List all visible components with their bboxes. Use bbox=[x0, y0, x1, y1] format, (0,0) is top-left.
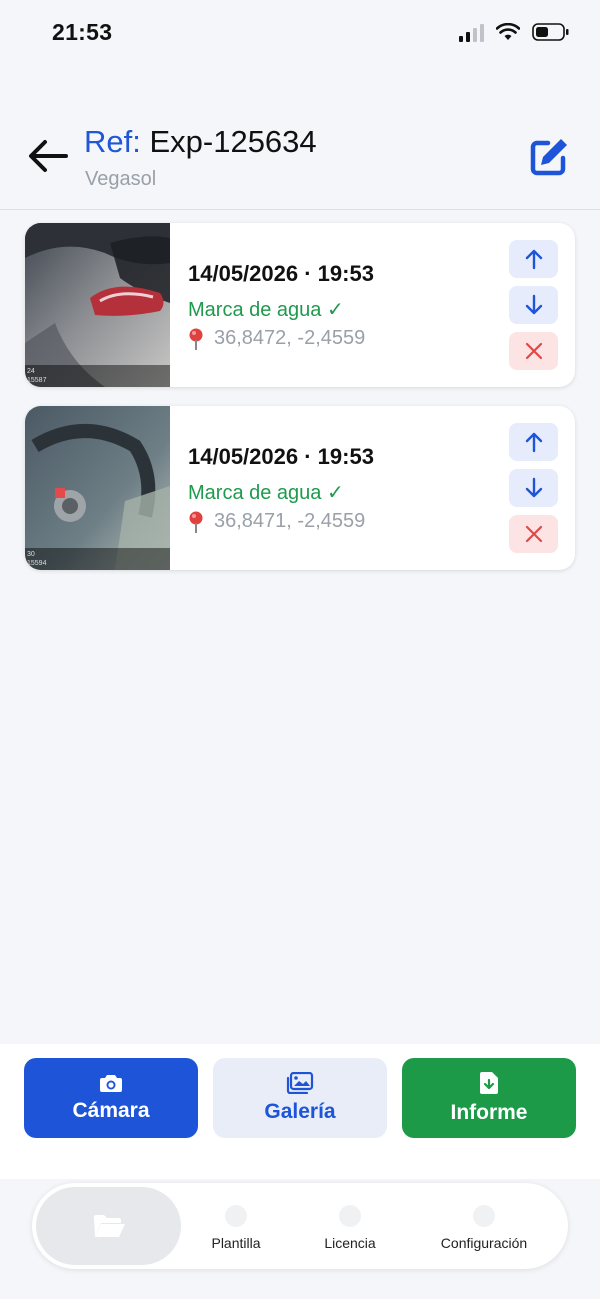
photo-actions bbox=[509, 423, 558, 561]
arrow-up-icon bbox=[525, 249, 542, 270]
status-icons bbox=[459, 22, 570, 42]
camera-button-label: Cámara bbox=[72, 1099, 150, 1122]
wifi-icon bbox=[496, 23, 520, 40]
license-icon bbox=[339, 1205, 361, 1227]
camera-button[interactable]: Cámara bbox=[24, 1058, 198, 1138]
move-up-button[interactable] bbox=[509, 240, 558, 278]
gallery-button-label: Galería bbox=[264, 1100, 336, 1123]
client-subtitle: Vegasol bbox=[85, 168, 157, 190]
battery-icon bbox=[532, 23, 569, 41]
coordinates-text: 36,8472, -2,4559 bbox=[214, 327, 366, 349]
template-icon bbox=[225, 1205, 247, 1227]
tab-license-label: Licencia bbox=[324, 1235, 376, 1251]
tab-template-label: Plantilla bbox=[211, 1235, 261, 1251]
file-download-icon bbox=[480, 1072, 498, 1094]
arrow-up-icon bbox=[525, 432, 542, 453]
location-pin-icon bbox=[189, 511, 203, 533]
delete-button[interactable] bbox=[509, 332, 558, 370]
cellular-signal-icon bbox=[459, 22, 484, 42]
bottom-actions: Cámara Galería Informe bbox=[0, 1044, 600, 1179]
arrow-left-icon bbox=[29, 140, 68, 172]
photo-coordinates: 36,8471, -2,4559 bbox=[188, 510, 365, 533]
photo-thumbnail[interactable]: 30 15594 bbox=[25, 406, 170, 570]
edit-icon bbox=[530, 139, 567, 176]
folder-open-icon bbox=[93, 1215, 125, 1237]
tab-bar: Plantilla Licencia Configuración bbox=[32, 1183, 568, 1269]
coordinates-text: 36,8471, -2,4559 bbox=[214, 510, 366, 532]
ref-value: Exp-125634 bbox=[140, 124, 317, 159]
photo-actions bbox=[509, 240, 558, 378]
tab-template[interactable]: Plantilla bbox=[192, 1183, 280, 1269]
photo-coordinates: 36,8472, -2,4559 bbox=[188, 327, 365, 350]
move-up-button[interactable] bbox=[509, 423, 558, 461]
gear-icon bbox=[473, 1205, 495, 1227]
edit-button[interactable] bbox=[526, 134, 572, 180]
tab-bar-area: Plantilla Licencia Configuración bbox=[0, 1179, 600, 1299]
report-button[interactable]: Informe bbox=[402, 1058, 576, 1138]
status-time: 21:53 bbox=[52, 19, 113, 45]
location-pin-icon bbox=[189, 328, 203, 350]
tab-license[interactable]: Licencia bbox=[302, 1183, 398, 1269]
thumb-caption: 15587 bbox=[27, 377, 47, 384]
close-icon bbox=[525, 525, 542, 543]
status-bar: 21:53 bbox=[0, 0, 600, 70]
tab-settings-label: Configuración bbox=[440, 1235, 528, 1251]
thumb-caption: 15594 bbox=[27, 560, 47, 567]
photo-card[interactable]: 24 15587 14/05/2026 · 19:53 Marca de agu… bbox=[25, 223, 575, 387]
thumb-caption: 24 bbox=[27, 368, 35, 375]
report-button-label: Informe bbox=[450, 1101, 528, 1124]
arrow-down-icon bbox=[525, 477, 542, 498]
move-down-button[interactable] bbox=[509, 469, 558, 507]
camera-icon bbox=[100, 1075, 122, 1092]
page-title: Ref: Exp-125634 bbox=[84, 124, 317, 160]
thumb-caption: 30 bbox=[27, 551, 35, 558]
close-icon bbox=[525, 342, 542, 360]
back-button[interactable] bbox=[26, 134, 70, 178]
gallery-button[interactable]: Galería bbox=[213, 1058, 387, 1138]
watermark-status: Marca de agua ✓ bbox=[188, 299, 344, 321]
photo-date: 14/05/2026 · 19:53 bbox=[188, 444, 374, 469]
tab-expedientes[interactable] bbox=[36, 1187, 181, 1265]
photo-date: 14/05/2026 · 19:53 bbox=[188, 261, 374, 286]
delete-button[interactable] bbox=[509, 515, 558, 553]
watermark-status: Marca de agua ✓ bbox=[188, 482, 344, 504]
gallery-icon bbox=[286, 1072, 314, 1094]
move-down-button[interactable] bbox=[509, 286, 558, 324]
app-header: Ref: Exp-125634 Vegasol bbox=[0, 110, 600, 210]
photo-thumbnail[interactable]: 24 15587 bbox=[25, 223, 170, 387]
photo-list: 24 15587 14/05/2026 · 19:53 Marca de agu… bbox=[25, 223, 575, 589]
photo-card[interactable]: 30 15594 14/05/2026 · 19:53 Marca de agu… bbox=[25, 406, 575, 570]
tab-settings[interactable]: Configuración bbox=[424, 1183, 544, 1269]
arrow-down-icon bbox=[525, 294, 542, 315]
ref-label: Ref: bbox=[84, 124, 141, 159]
